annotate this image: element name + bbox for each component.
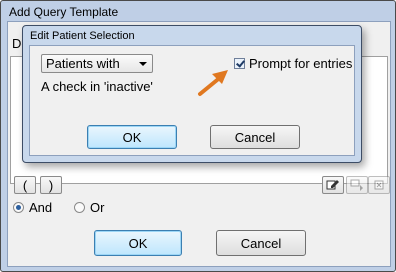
checkbox-checked-icon[interactable] xyxy=(234,58,245,69)
radio-and-label: And xyxy=(29,200,53,215)
radio-or-dot[interactable] xyxy=(74,202,85,213)
window-title: Add Query Template xyxy=(9,5,119,19)
patient-selection-dropdown[interactable]: Patients with xyxy=(41,54,153,73)
delete-condition-icon[interactable] xyxy=(368,176,390,194)
dialog-cancel-button[interactable]: Cancel xyxy=(210,125,300,149)
move-down-icon[interactable] xyxy=(346,176,368,194)
condition-text: A check in 'inactive' xyxy=(41,79,153,94)
ok-button[interactable]: OK xyxy=(94,230,182,256)
radio-or[interactable]: Or xyxy=(74,200,104,215)
edit-patient-selection-dialog: Edit Patient Selection Patients with A c… xyxy=(22,25,362,163)
radio-and-dot[interactable] xyxy=(13,202,24,213)
dialog-client-area: Patients with A check in 'inactive' Prom… xyxy=(29,45,355,156)
radio-or-label: Or xyxy=(90,200,105,215)
open-paren-button[interactable]: ( xyxy=(14,176,36,194)
close-paren-label: ) xyxy=(48,177,54,193)
close-paren-button[interactable]: ) xyxy=(40,176,62,194)
edit-condition-icon[interactable] xyxy=(322,176,344,194)
dialog-ok-button[interactable]: OK xyxy=(87,125,177,149)
dialog-title: Edit Patient Selection xyxy=(30,30,135,42)
annotation-arrow-icon xyxy=(198,70,228,96)
prompt-for-entries-checkbox[interactable]: Prompt for entries xyxy=(234,56,352,71)
chevron-down-icon xyxy=(139,62,147,66)
open-paren-label: ( xyxy=(22,177,28,193)
prompt-for-entries-label: Prompt for entries xyxy=(249,56,353,71)
radio-and[interactable]: And xyxy=(13,200,52,215)
dropdown-value: Patients with xyxy=(46,56,120,71)
cancel-button[interactable]: Cancel xyxy=(216,230,306,256)
